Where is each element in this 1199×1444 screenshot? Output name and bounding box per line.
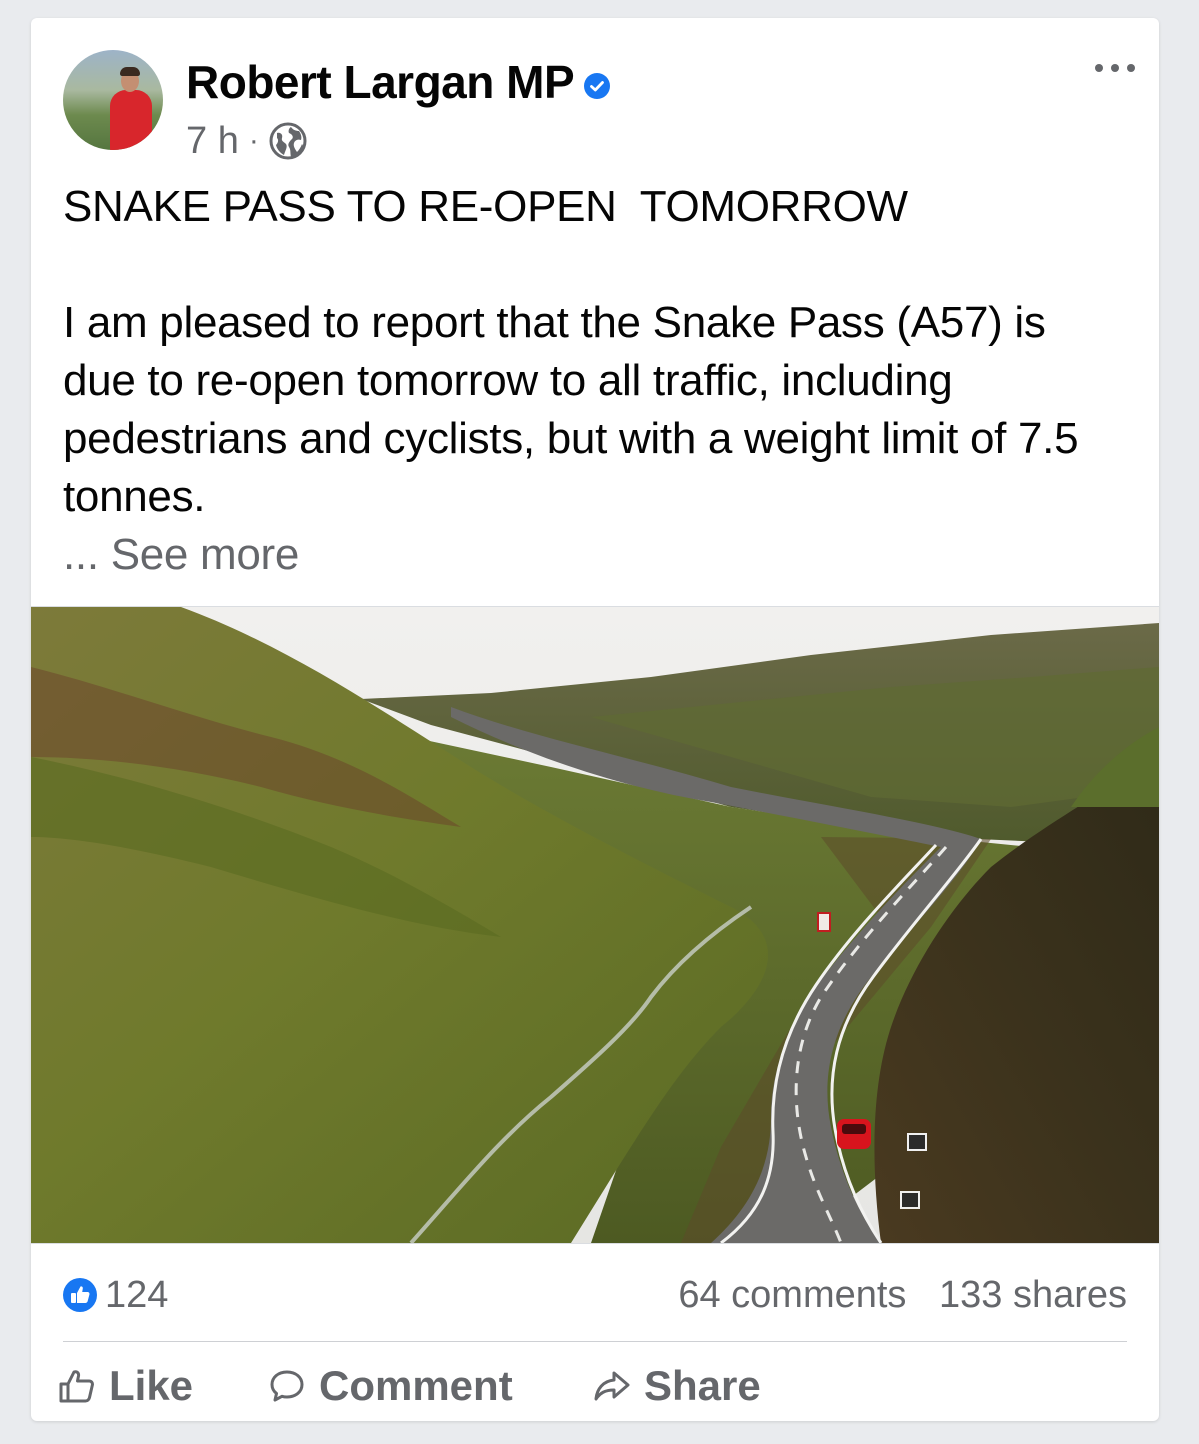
post-actions: Like Comment Share: [57, 1354, 761, 1418]
thumbs-up-icon: [59, 1370, 94, 1403]
comment-label: Comment: [319, 1362, 513, 1409]
author-avatar[interactable]: [63, 50, 163, 150]
post-photo[interactable]: [31, 606, 1159, 1244]
like-label: Like: [109, 1362, 194, 1409]
more-options-icon[interactable]: [1095, 56, 1135, 80]
comment-bubble-icon: [270, 1370, 304, 1402]
author-name[interactable]: Robert Largan MP: [186, 55, 575, 109]
comments-count[interactable]: 64 comments: [678, 1274, 906, 1316]
engagement-counts: 64 comments 133 shares: [678, 1274, 1127, 1317]
landscape-photo: [31, 607, 1159, 1243]
more-dot: [1111, 64, 1119, 72]
author-row: Robert Largan MP: [186, 54, 611, 110]
share-label: Share: [644, 1362, 761, 1409]
post-headline: SNAKE PASS TO RE-OPEN TOMORROW: [63, 182, 908, 231]
see-more-link[interactable]: ... See more: [63, 526, 1123, 584]
actions-divider: [63, 1341, 1127, 1342]
like-button[interactable]: Like: [57, 1362, 267, 1410]
post-card: Robert Largan MP 7 h · SNAKE PASS TO RE-…: [31, 18, 1159, 1421]
post-timestamp[interactable]: 7 h: [186, 120, 239, 163]
more-dot: [1127, 64, 1135, 72]
post-stats: 124 64 comments 133 shares: [63, 1266, 1127, 1324]
reaction-summary[interactable]: 124: [63, 1274, 168, 1317]
post-body: I am pleased to report that the Snake Pa…: [63, 298, 1079, 521]
verified-badge-icon: [584, 73, 611, 99]
comment-button[interactable]: Comment: [267, 1362, 592, 1410]
meta-separator: ·: [248, 124, 259, 157]
reaction-count: 124: [105, 1273, 169, 1316]
share-arrow-icon: [594, 1371, 630, 1401]
shares-count[interactable]: 133 shares: [939, 1274, 1127, 1316]
avatar-person-body: [110, 90, 152, 150]
globe-icon[interactable]: [269, 122, 307, 160]
more-dot: [1095, 64, 1103, 72]
avatar-person-hair: [120, 67, 140, 76]
post-text: SNAKE PASS TO RE-OPEN TOMORROW I am plea…: [63, 178, 1123, 584]
share-button[interactable]: Share: [592, 1362, 761, 1410]
like-reaction-icon: [63, 1278, 97, 1312]
post-meta: 7 h ·: [186, 118, 307, 164]
